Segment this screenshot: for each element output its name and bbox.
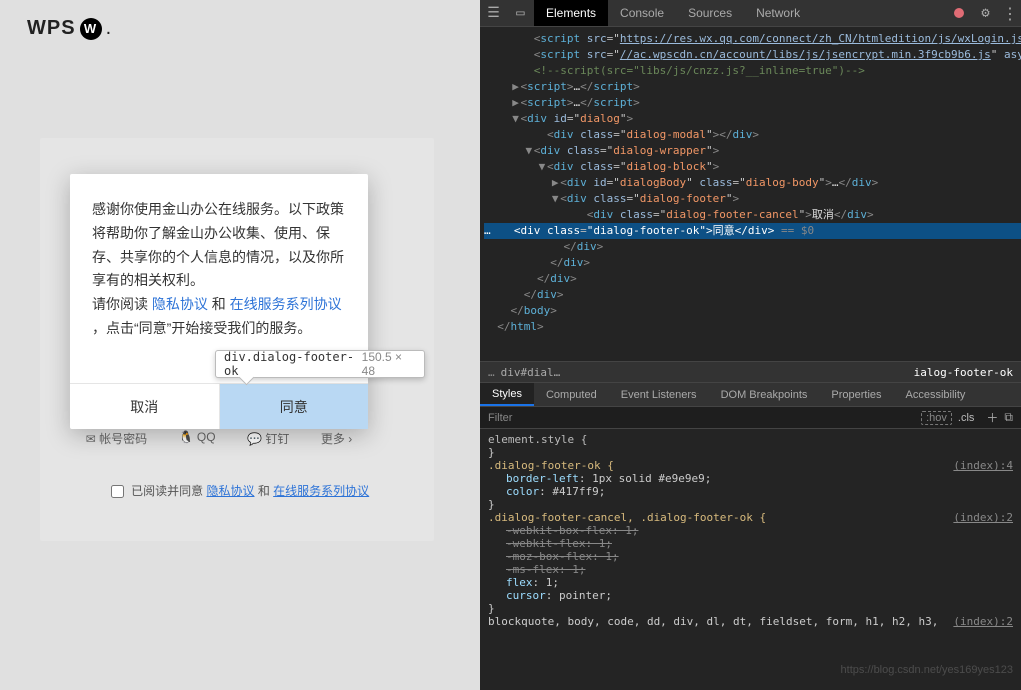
subtab-properties[interactable]: Properties [819,383,893,406]
subtab-computed[interactable]: Computed [534,383,609,406]
wps-logo: WPS W. [27,17,112,40]
dialog-text: 请你阅读 [92,296,152,312]
new-rule-icon[interactable]: ＋ [986,409,998,426]
subtab-styles[interactable]: Styles [480,383,534,406]
element-tooltip: div.dialog-footer-ok 150.5 × 48 [215,350,425,378]
consent-row: 已阅读并同意 隐私协议 和 在线服务系列协议 [0,482,480,499]
dom-node[interactable]: <div class="dialog-modal"></div> [484,127,1021,143]
tooltip-selector: div.dialog-footer-ok [224,350,362,378]
consent-checkbox[interactable] [111,485,124,498]
login-method[interactable]: 更多 › [321,430,352,448]
tab-elements[interactable]: Elements [534,0,608,26]
logo-badge-icon: W [80,18,102,40]
dom-node[interactable]: ▼<div class="dialog-footer"> [484,191,1021,207]
dom-node[interactable]: <script src="//ac.wpscdn.cn/account/libs… [484,47,1021,63]
tab-sources[interactable]: Sources [676,0,744,26]
hov-toggle[interactable]: :hov [921,411,952,425]
dom-node[interactable]: ▼<div class="dialog-block"> [484,159,1021,175]
login-method[interactable]: 🐧 QQ [179,430,216,448]
dom-node[interactable]: ▼<div class="dialog-wrapper"> [484,143,1021,159]
dom-node[interactable]: ▶<div id="dialogBody" class="dialog-body… [484,175,1021,191]
error-indicator-icon[interactable] [945,0,972,26]
styles-tabstrip: Styles Computed Event Listeners DOM Brea… [480,383,1021,407]
breadcrumb[interactable]: … div#dial… ialog-footer-ok [480,361,1021,383]
dom-node[interactable]: </div> [484,255,1021,271]
dom-node[interactable]: </div> [484,271,1021,287]
dom-node[interactable]: ▼<div id="dialog"> [484,111,1021,127]
privacy-dialog: 感谢你使用金山办公在线服务。以下政策将帮助你了解金山办公收集、使用、保存、共享你… [70,174,368,429]
dom-node[interactable]: </body> [484,303,1021,319]
subtab-dom-breakpoints[interactable]: DOM Breakpoints [709,383,820,406]
privacy-link[interactable]: 隐私协议 [152,296,208,312]
dialog-text: 感谢你使用金山办公在线服务。以下政策将帮助你了解金山办公收集、使用、保存、共享你… [92,201,344,288]
tab-console[interactable]: Console [608,0,676,26]
settings-icon[interactable]: ⚙ [972,0,999,26]
service-agreement-link[interactable]: 在线服务系列协议 [230,296,342,312]
styles-pane[interactable]: element.style {}.dialog-footer-ok {(inde… [480,429,1021,687]
ok-button[interactable]: 同意 [219,384,369,429]
devtools-panel: ☰ ▭ Elements Console Sources Network ⚙ ⋮… [480,0,1021,690]
dom-node[interactable]: ▶<script>…</script> [484,95,1021,111]
service-agreement-link[interactable]: 在线服务系列协议 [273,484,369,498]
subtab-accessibility[interactable]: Accessibility [894,383,978,406]
app-panel: WPS W. ✉ 帐号密码 🐧 QQ 💬 钉钉 更多 › 感谢你使用金山办公在线… [0,0,480,690]
devtools-tabstrip: ☰ ▭ Elements Console Sources Network ⚙ ⋮ [480,0,1021,27]
dialog-footer: 取消 同意 [70,383,368,429]
dom-node[interactable]: </div> [484,239,1021,255]
dom-node[interactable]: <div class="dialog-footer-cancel">取消</di… [484,207,1021,223]
login-method[interactable]: ✉ 帐号密码 [86,430,147,448]
dom-node[interactable]: … <div class="dialog-footer-ok">同意</div>… [484,223,1021,239]
tooltip-dimensions: 150.5 × 48 [362,350,416,378]
dom-node[interactable]: <script src="https://res.wx.qq.com/conne… [484,31,1021,47]
subtab-event-listeners[interactable]: Event Listeners [609,383,709,406]
tab-network[interactable]: Network [744,0,812,26]
crumb-current: ialog-footer-ok [914,366,1013,379]
login-methods-row: ✉ 帐号密码 🐧 QQ 💬 钉钉 更多 › [70,430,368,448]
cancel-button[interactable]: 取消 [70,384,219,429]
privacy-link[interactable]: 隐私协议 [206,484,254,498]
login-method[interactable]: 💬 钉钉 [247,430,289,448]
styles-filter-row: Filter :hov .cls ＋ ⧉ [480,407,1021,429]
dom-tree[interactable]: <script src="https://res.wx.qq.com/conne… [480,27,1021,361]
more-icon[interactable]: ⋮ [999,0,1021,26]
crumb-item[interactable]: div#dial… [501,366,561,379]
dom-node[interactable]: ▶<script>…</script> [484,79,1021,95]
dom-node[interactable]: </html> [484,319,1021,335]
dom-node[interactable]: </div> [484,287,1021,303]
filter-input[interactable]: Filter [488,412,921,424]
toggle-pane-icon[interactable]: ⧉ [1004,410,1013,425]
logo-text: WPS [27,17,76,40]
cls-toggle[interactable]: .cls [958,412,975,424]
device-toggle-icon[interactable]: ▭ [507,0,534,26]
dom-node[interactable]: <!--script(src="libs/js/cnzz.js?__inline… [484,63,1021,79]
inspect-icon[interactable]: ☰ [480,0,507,26]
